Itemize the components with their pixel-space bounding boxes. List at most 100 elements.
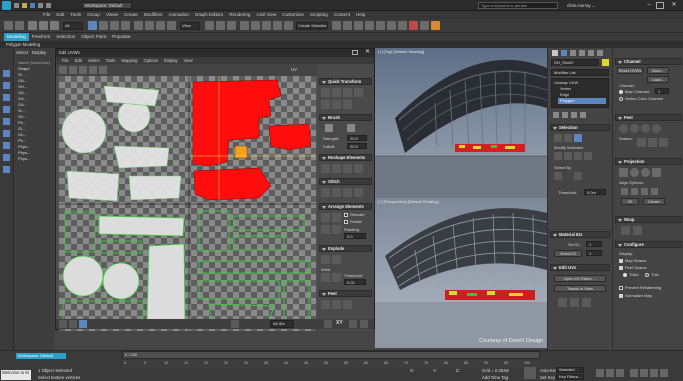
reshape-rollout[interactable]: Reshape Elements	[319, 154, 372, 161]
redo-icon[interactable]	[46, 3, 51, 8]
map-seams-checkbox[interactable]	[619, 259, 623, 263]
menu-item[interactable]: Animation	[165, 11, 191, 19]
id-filter-dropdown[interactable]: All IDs	[270, 320, 294, 328]
ignore-backfacing-icon[interactable]	[574, 172, 582, 180]
uv-label[interactable]: UV	[291, 67, 297, 72]
close-icon[interactable]: ✕	[668, 1, 680, 10]
center-button[interactable]: Center	[643, 198, 665, 205]
utilities-tab-icon[interactable]	[597, 50, 603, 56]
select-object-icon[interactable]	[88, 21, 97, 30]
menu-item[interactable]: Views	[103, 11, 121, 19]
peel-mode-icon[interactable]	[619, 124, 628, 133]
uv-tool-icon[interactable]	[570, 298, 579, 307]
seam-icon[interactable]	[648, 138, 657, 147]
snaps-toggle-icon[interactable]	[240, 21, 249, 30]
threshold-input[interactable]: 0.0m	[584, 189, 606, 195]
select-id-button[interactable]: Select ID	[554, 250, 582, 257]
prevent-reflattening-checkbox[interactable]	[619, 286, 623, 290]
unfold-map-icon[interactable]	[633, 226, 642, 235]
save-icon[interactable]	[30, 3, 35, 8]
display-tab-icon[interactable]	[588, 50, 594, 56]
maximize-icon[interactable]	[656, 2, 664, 9]
placement-icon[interactable]	[167, 21, 176, 30]
menu-item[interactable]: Scripting	[307, 11, 331, 19]
create-tab-icon[interactable]	[552, 50, 558, 56]
menu-item[interactable]: Customize	[279, 11, 307, 19]
open-uv-editor-button[interactable]: Open UV Editor ...	[554, 275, 606, 282]
ribbon-tab[interactable]: Freeform	[29, 33, 54, 41]
app-logo-icon[interactable]	[2, 1, 11, 10]
pin-stack-icon[interactable]	[553, 112, 559, 118]
menu-item[interactable]: Edit	[53, 11, 67, 19]
close-icon[interactable]: ✕	[365, 49, 370, 56]
cylindrical-map-icon[interactable]	[630, 168, 639, 177]
stitch-icon[interactable]	[354, 188, 363, 197]
modify-tab-icon[interactable]	[561, 50, 567, 56]
new-icon[interactable]	[14, 3, 19, 8]
space-icon[interactable]	[343, 100, 352, 109]
workspace-tab[interactable]: Workspace: Default	[16, 353, 66, 359]
polygon-mode-icon[interactable]	[79, 320, 87, 328]
mirror-icon[interactable]	[99, 66, 107, 74]
angle-snap-icon[interactable]	[251, 21, 260, 30]
threshold-input[interactable]: 0.01	[344, 279, 366, 285]
pack-icon[interactable]	[321, 213, 330, 222]
object-color-swatch[interactable]	[602, 59, 609, 66]
planar-map-icon[interactable]	[619, 168, 628, 177]
reshape-icon[interactable]	[354, 164, 363, 173]
uv-canvas[interactable]	[59, 76, 316, 331]
undo-icon[interactable]	[4, 21, 13, 30]
quick-transform-rollout[interactable]: Quick Transform	[319, 78, 372, 85]
select-by-name-icon[interactable]	[99, 21, 108, 30]
scene-row[interactable]: Phys...	[18, 156, 52, 162]
render-production-icon[interactable]	[431, 21, 440, 30]
uv-menu-item[interactable]: View	[181, 57, 196, 64]
menu-item[interactable]: Create	[121, 11, 141, 19]
tab-select[interactable]: Select	[16, 50, 28, 55]
uv-menu-item[interactable]: Display	[161, 57, 181, 64]
best-align-icon[interactable]	[651, 188, 658, 195]
curve-editor-icon[interactable]	[376, 21, 385, 30]
box-map-icon[interactable]	[652, 168, 661, 177]
reshape-icon[interactable]	[321, 164, 330, 173]
window-crossing-icon[interactable]	[121, 21, 130, 30]
filter-lights-icon[interactable]	[3, 94, 10, 101]
layer-explorer-icon[interactable]	[354, 21, 363, 30]
redo-icon[interactable]	[15, 21, 24, 30]
wrap-rollout[interactable]: Wrap	[615, 216, 682, 223]
shrink-icon[interactable]	[564, 152, 572, 160]
uv-menu-item[interactable]: Edit	[72, 57, 85, 64]
thick-radio[interactable]	[623, 273, 627, 277]
pack-icon[interactable]	[332, 213, 341, 222]
viewport-label[interactable]: [+] [Perspective] [Default Shading]	[378, 199, 439, 204]
undo-icon[interactable]	[38, 3, 43, 8]
menu-item[interactable]: Group	[84, 11, 103, 19]
align-icon[interactable]	[332, 88, 341, 97]
load-button[interactable]: Load...	[647, 76, 669, 83]
arrange-rollout[interactable]: Arrange Elements	[319, 203, 372, 210]
time-ruler[interactable]: 0 5 10 15 20 25 30 35 40 45 50 55 60 65 70 75 80 85 90 95 10…	[122, 360, 540, 368]
maximize-viewport-icon[interactable]	[660, 369, 668, 377]
peel-icon[interactable]	[343, 300, 352, 309]
space-icon[interactable]	[332, 100, 341, 109]
menu-item[interactable]: Civil View	[253, 11, 279, 19]
modifier-edge[interactable]: Edge	[560, 92, 569, 97]
strength-input[interactable]: 20.0	[347, 135, 367, 141]
loop-icon[interactable]	[574, 152, 582, 160]
weld-icon[interactable]	[321, 273, 330, 282]
reshape-icon[interactable]	[332, 164, 341, 173]
fit-button[interactable]: Fit	[621, 198, 639, 205]
filter-spacewarps-icon[interactable]	[3, 130, 10, 137]
brush-rollout[interactable]: Brush	[319, 114, 372, 121]
seam-icon[interactable]	[659, 138, 668, 147]
uv-menu-item[interactable]: Mapping	[118, 57, 140, 64]
edit-uvs-rollout[interactable]: Edit UVs	[550, 264, 610, 271]
show-end-result-icon[interactable]	[562, 112, 568, 118]
viewport-label[interactable]: [+] [Top] [Default Shading]	[378, 49, 424, 54]
rescale-checkbox[interactable]	[344, 213, 348, 217]
uv-tool-icon[interactable]	[582, 298, 591, 307]
workspace-dropdown[interactable]: Workspace: Default	[82, 2, 132, 9]
weld-icon[interactable]	[332, 273, 341, 282]
space-icon[interactable]	[321, 100, 330, 109]
align-x-icon[interactable]	[621, 188, 628, 195]
